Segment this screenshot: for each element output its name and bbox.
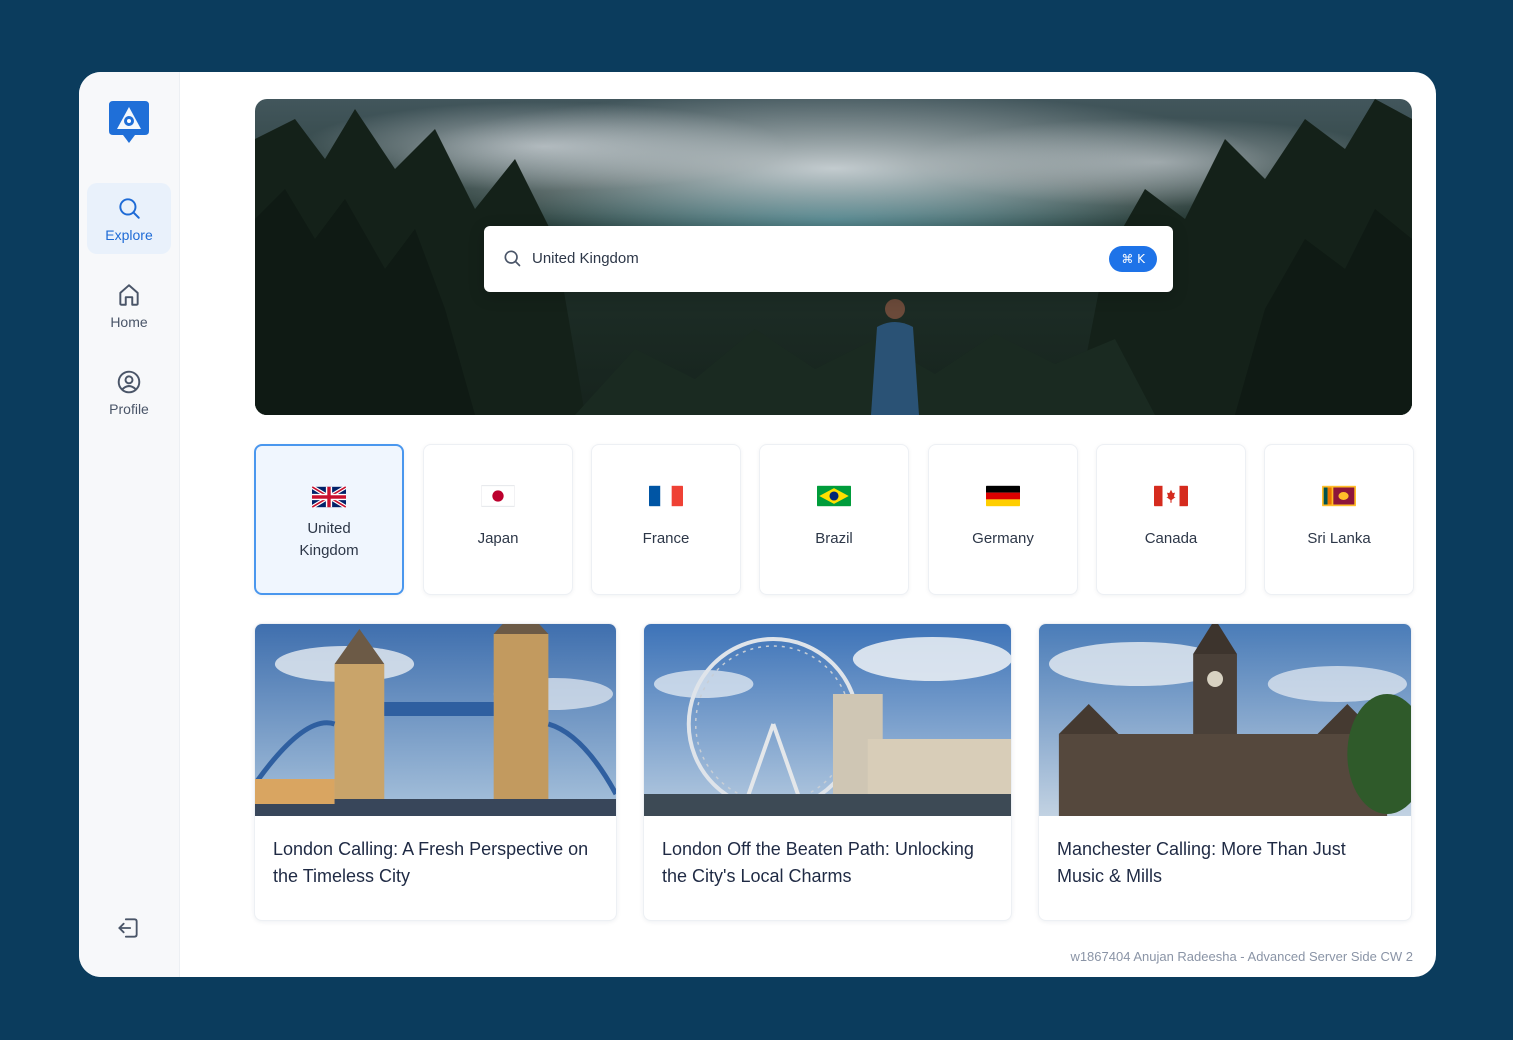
hiker-figure [871, 299, 919, 415]
uk-flag-icon [312, 486, 346, 508]
search-icon [119, 198, 140, 219]
country-name: Germany [972, 530, 1034, 547]
article-card[interactable]: London Off the Beaten Path: Unlocking th… [643, 623, 1012, 921]
canada-flag-icon [1154, 485, 1188, 507]
shortcut-badge: ⌘ K [1109, 246, 1157, 272]
country-card-united-kingdom[interactable]: United Kingdom [254, 444, 404, 595]
article-card[interactable]: London Calling: A Fresh Perspective on t… [254, 623, 617, 921]
brazil-flag-icon [817, 485, 851, 507]
article-card[interactable]: Manchester Calling: More Than Just Music… [1038, 623, 1412, 921]
nav-item-explore[interactable]: Explore [87, 183, 171, 254]
nav-label-home: Home [110, 314, 148, 330]
hero-banner: United Kingdom ⌘ K [255, 99, 1412, 415]
app-logo-icon[interactable] [107, 99, 151, 147]
country-card-canada[interactable]: Canada [1096, 444, 1246, 595]
logout-icon[interactable] [115, 915, 141, 941]
germany-flag-icon [986, 485, 1020, 507]
nav-item-home[interactable]: Home [87, 270, 171, 341]
article-image-manchester-town-hall [1039, 624, 1411, 816]
user-circle-icon [117, 370, 141, 394]
japan-flag-icon [481, 485, 515, 507]
country-card-japan[interactable]: Japan [423, 444, 573, 595]
nav-label-explore: Explore [105, 227, 153, 243]
country-card-sri-lanka[interactable]: Sri Lanka [1264, 444, 1414, 595]
country-card-france[interactable]: France [591, 444, 741, 595]
sidebar: Explore Home Profile [79, 72, 180, 977]
country-name: United Kingdom [299, 520, 359, 559]
search-input[interactable]: United Kingdom [532, 250, 639, 267]
nav-item-profile[interactable]: Profile [87, 357, 171, 428]
france-flag-icon [649, 485, 683, 507]
article-title: London Calling: A Fresh Perspective on t… [273, 839, 589, 886]
article-title: Manchester Calling: More Than Just Music… [1057, 839, 1346, 886]
country-card-brazil[interactable]: Brazil [759, 444, 909, 595]
country-name: Brazil [815, 530, 853, 547]
country-name: Japan [477, 530, 519, 547]
app-window: Explore Home Profile United Kingdom ⌘ K … [79, 72, 1436, 977]
country-name: Sri Lanka [1307, 530, 1371, 547]
footer-credit: w1867404 Anujan Radeesha - Advanced Serv… [1070, 949, 1413, 964]
search-icon [504, 250, 521, 267]
country-name: France [642, 530, 690, 547]
article-title: London Off the Beaten Path: Unlocking th… [662, 839, 974, 886]
nav-label-profile: Profile [109, 401, 149, 417]
country-name: Canada [1144, 530, 1198, 547]
article-image-tower-bridge [255, 624, 616, 816]
article-image-london-eye [644, 624, 1011, 816]
home-icon [119, 284, 139, 306]
country-card-germany[interactable]: Germany [928, 444, 1078, 595]
search-bar[interactable]: United Kingdom ⌘ K [484, 226, 1173, 292]
sri-lanka-flag-icon [1322, 485, 1356, 507]
